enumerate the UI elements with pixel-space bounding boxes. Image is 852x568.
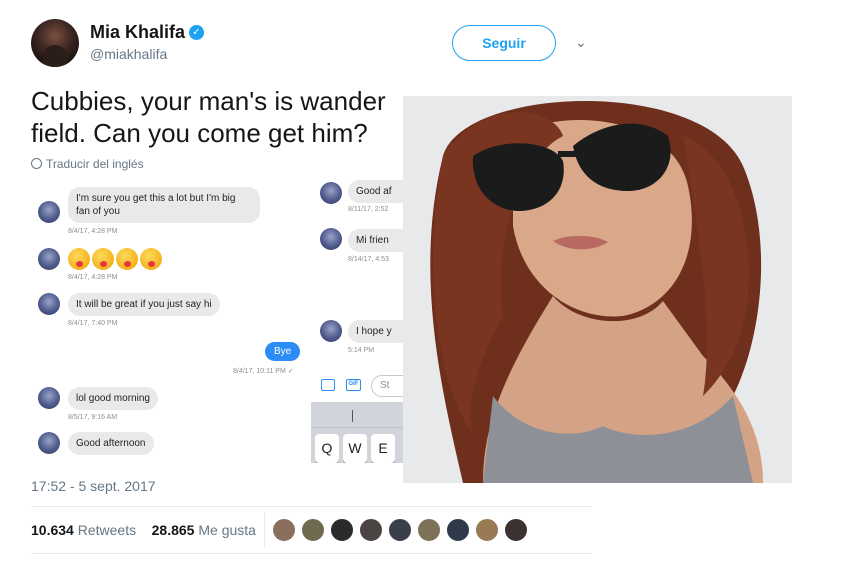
message-time: 8/4/17, 10:11 PM ✓ — [233, 368, 294, 375]
message-bubble: It will be great if you just say hi — [68, 293, 220, 316]
key-w[interactable]: W — [343, 434, 367, 463]
message-bubble: I'm sure you get this a lot but I'm big … — [68, 187, 260, 223]
likes-count[interactable]: 28.865 — [152, 522, 195, 538]
author-name[interactable]: Mia Khalifa — [90, 22, 185, 43]
message-bubble: Good af — [348, 180, 403, 203]
message-bubble: lol good morning — [68, 387, 158, 410]
stats-divider — [264, 512, 265, 548]
chat-avatar — [38, 432, 60, 454]
liker-avatar[interactable] — [504, 518, 528, 542]
divider — [31, 506, 592, 507]
chat-screenshot-left[interactable]: I'm sure you get this a lot but I'm big … — [31, 180, 311, 463]
likes-label[interactable]: Me gusta — [198, 522, 256, 538]
chat-avatar — [320, 182, 342, 204]
key-q[interactable]: Q — [315, 434, 339, 463]
message-time: 8/4/17, 4:28 PM — [68, 228, 118, 235]
message-time: 8/4/17, 4:28 PM — [68, 274, 118, 281]
emoji-icon — [140, 248, 162, 270]
chat-avatar — [38, 387, 60, 409]
retweets-label[interactable]: Retweets — [78, 522, 136, 538]
liker-avatar[interactable] — [446, 518, 470, 542]
chat-screenshot-right[interactable]: Good af 8/11/17, 2:52 Mi frien 8/14/17, … — [311, 180, 403, 463]
message-time: 8/11/17, 2:52 — [348, 206, 389, 213]
tweet-timestamp[interactable]: 17:52 - 5 sept. 2017 — [31, 478, 156, 494]
liker-avatar[interactable] — [301, 518, 325, 542]
sent-message-bubble: Bye — [265, 342, 301, 361]
message-bubble: Good afternoon — [68, 432, 154, 455]
suggestion-bar — [311, 402, 403, 428]
message-time: 8/4/17, 7:40 PM — [68, 320, 118, 327]
emoji-icon — [92, 248, 114, 270]
divider — [31, 553, 592, 554]
liker-avatar[interactable] — [359, 518, 383, 542]
liker-avatar[interactable] — [330, 518, 354, 542]
liker-avatar[interactable] — [272, 518, 296, 542]
retweets-count[interactable]: 10.634 — [31, 522, 74, 538]
author-handle[interactable]: @miakhalifa — [90, 46, 167, 62]
message-time: 5:14 PM — [348, 347, 375, 354]
emoji-icon — [68, 248, 90, 270]
liker-avatar[interactable] — [388, 518, 412, 542]
translate-label: Traducir del inglés — [46, 157, 144, 171]
emoji-icon — [116, 248, 138, 270]
tweet-text: Cubbies, your man's is wander field. Can… — [31, 86, 386, 148]
chat-avatar — [320, 228, 342, 250]
chat-avatar — [38, 293, 60, 315]
photo-icon[interactable] — [321, 379, 335, 391]
chat-avatar — [320, 320, 342, 342]
verified-badge-icon: ✓ — [189, 25, 204, 40]
liker-avatar[interactable] — [475, 518, 499, 542]
message-time: 8/14/17, 4:53 — [348, 256, 389, 263]
tweet-photo[interactable] — [403, 96, 792, 483]
chat-avatar — [38, 201, 60, 223]
message-time: 8/5/17, 9:16 AM — [68, 414, 118, 421]
key-e[interactable]: E — [371, 434, 395, 463]
keyboard: Q W E — [311, 402, 403, 463]
author-avatar[interactable] — [31, 19, 79, 67]
selfie-illustration — [403, 96, 792, 483]
message-bubble: I hope y — [348, 320, 403, 343]
chat-avatar — [38, 248, 60, 270]
suggestion-divider — [352, 410, 353, 422]
chevron-down-icon[interactable]: ⌄ — [575, 34, 587, 51]
message-bubble: Mi frien — [348, 229, 403, 252]
follow-button[interactable]: Seguir — [452, 25, 556, 61]
tweet-stats: 10.634 Retweets 28.865 Me gusta — [31, 522, 256, 538]
liker-avatar[interactable] — [417, 518, 441, 542]
translate-link[interactable]: Traducir del inglés — [31, 157, 144, 171]
gif-icon[interactable]: GIF — [346, 379, 361, 391]
globe-icon — [31, 158, 42, 169]
compose-input[interactable]: St — [371, 375, 403, 397]
